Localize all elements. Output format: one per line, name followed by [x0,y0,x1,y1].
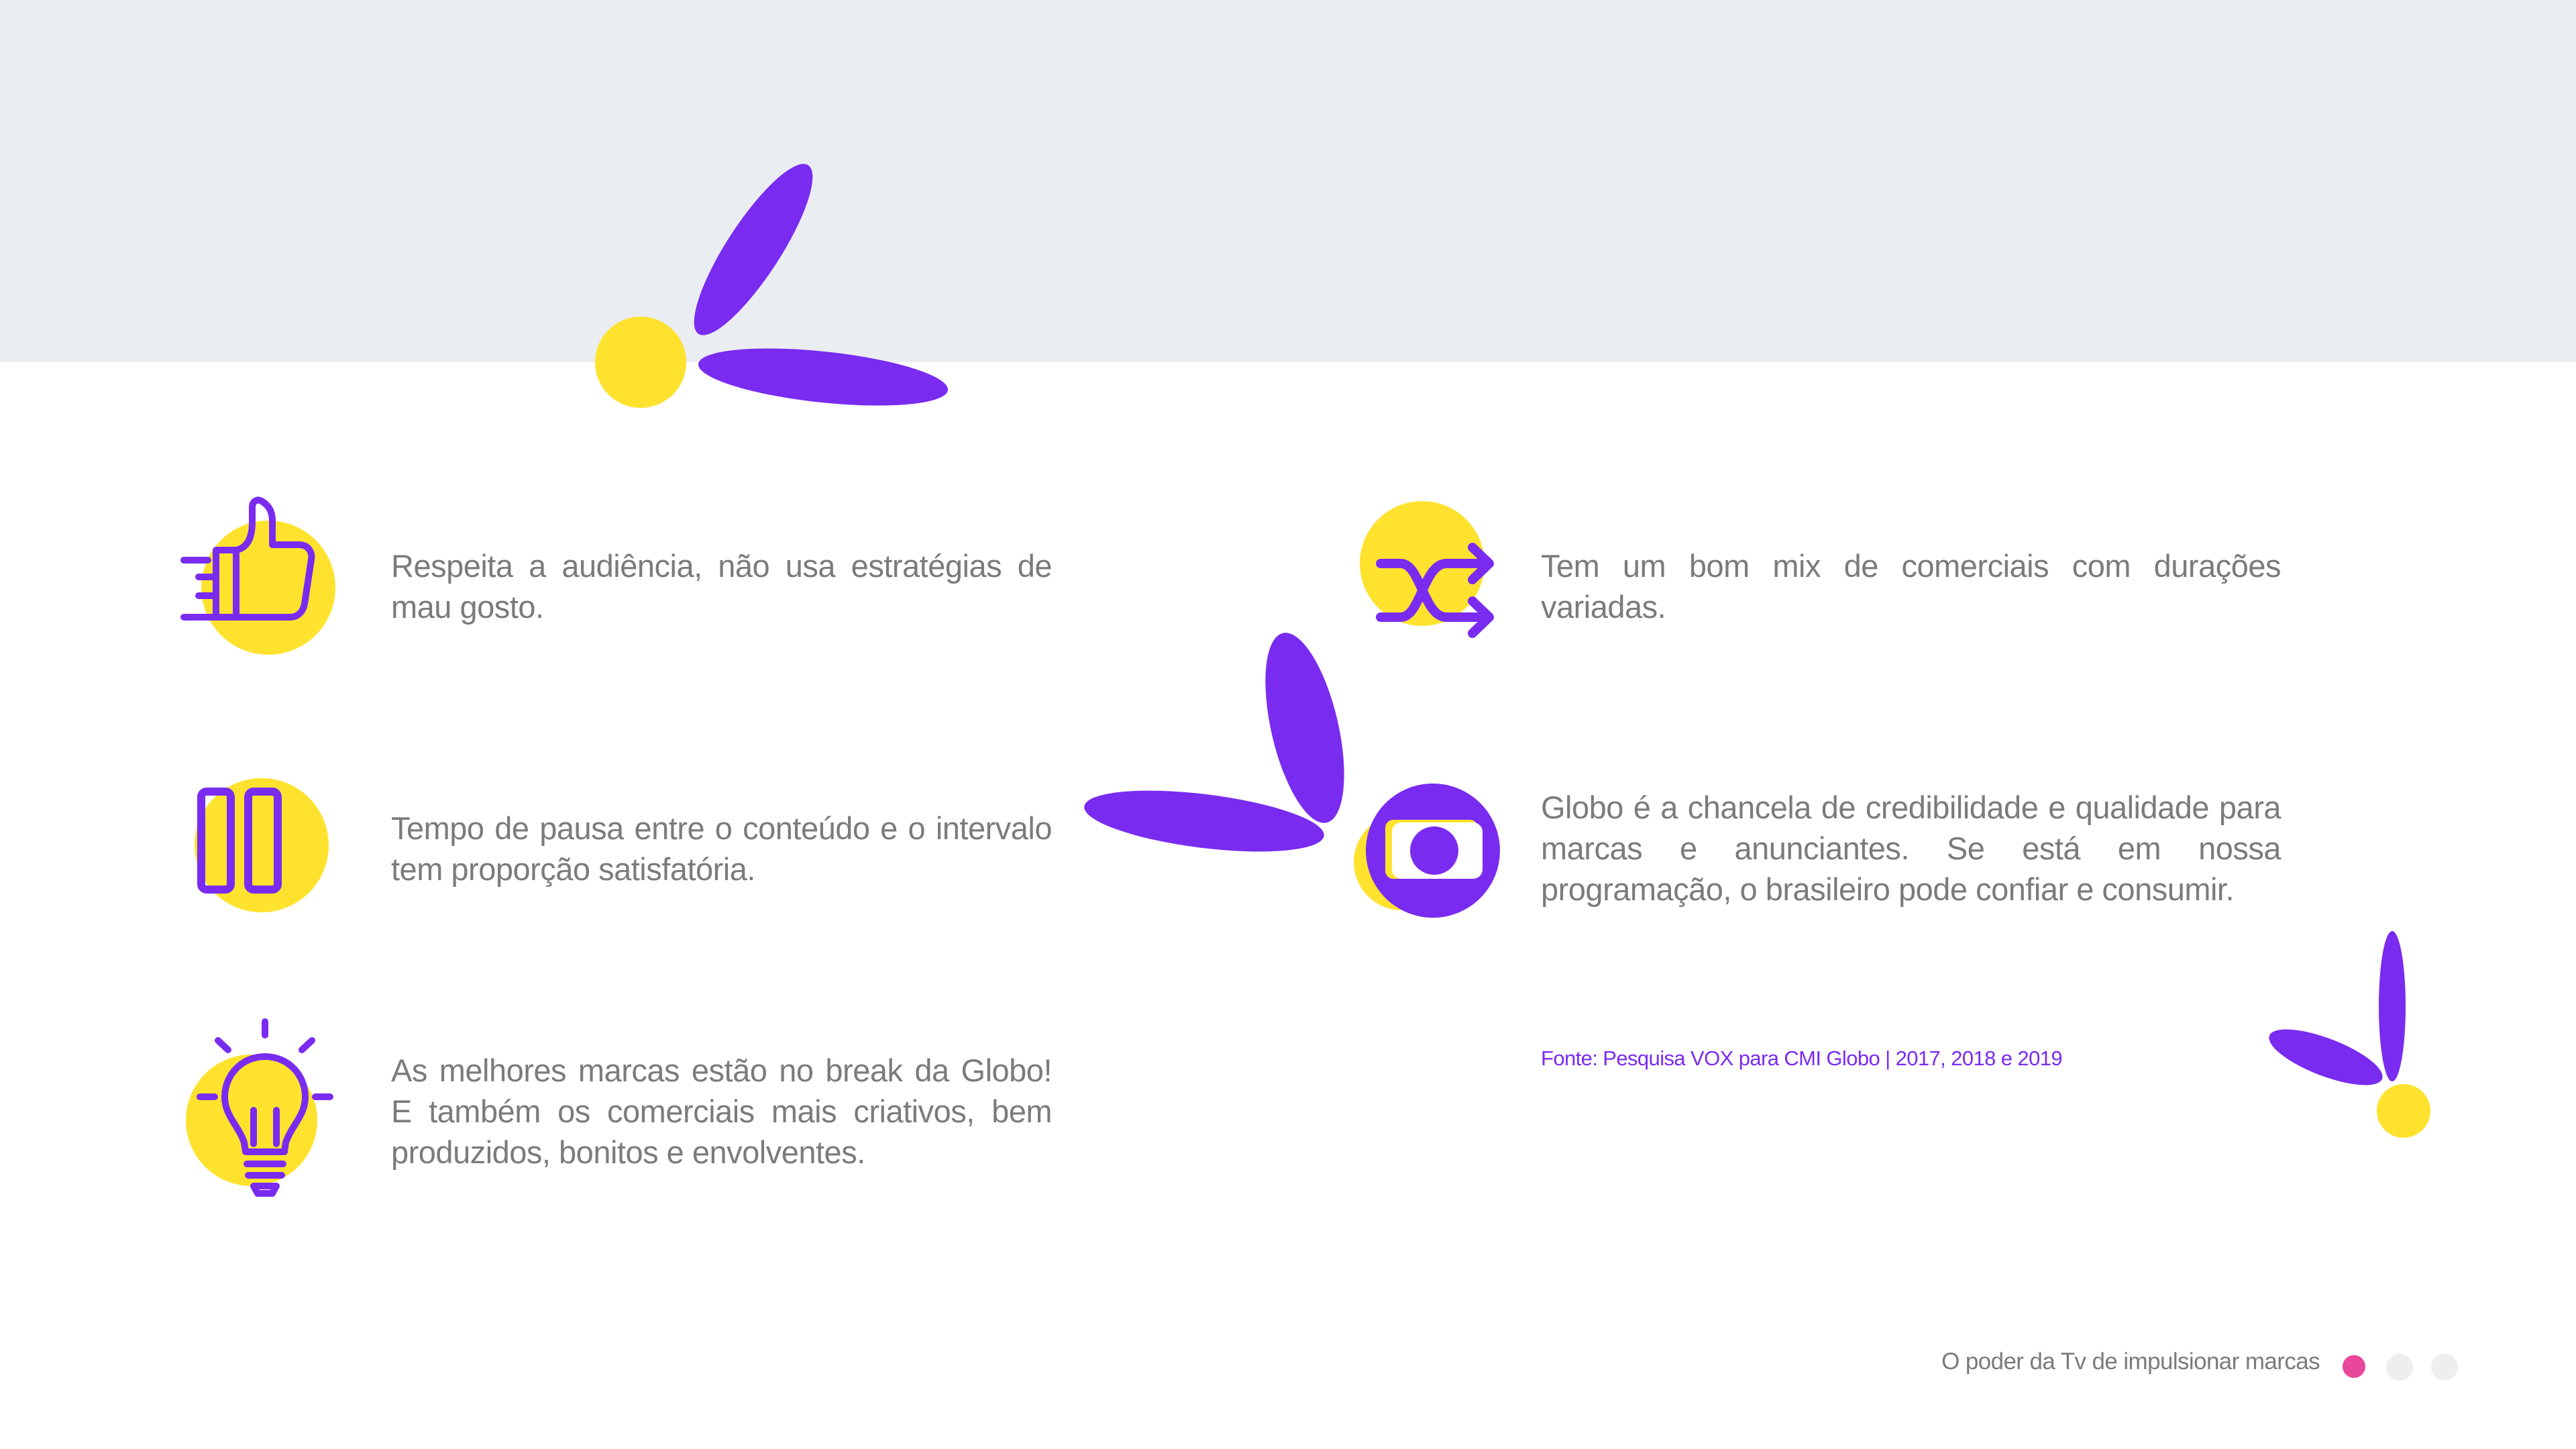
source-citation: Fonte: Pesquisa VOX para CMI Globo | 201… [1541,1046,2063,1070]
shuffle-icon [1348,483,1523,657]
pagination-dot-2[interactable] [2386,1354,2413,1381]
footer-title: O poder da Tv de impulsionar marcas [1941,1348,2320,1375]
deco-purple-petal-right-2 [2269,1029,2383,1085]
deco-yellow-circle-right [2377,1084,2430,1138]
feature-text-pause: Tempo de pausa entre o conteúdo e o inte… [391,810,1053,887]
lightbulb-icon [174,1018,349,1204]
header-band [0,0,2576,362]
globo-logo-icon [1348,784,1523,959]
pagination-dot-1[interactable] [2343,1355,2365,1378]
feature-text-credibility: Globo é a chancela de credibilidade e qu… [1541,790,2282,907]
pause-icon [174,758,349,932]
feature-text-audience: Respeita a audiência, não usa estratégia… [391,548,1053,625]
pagination-dot-3[interactable] [2431,1354,2458,1381]
thumbs-up-icon [174,483,349,657]
deco-purple-petal-mid-2 [1084,790,1324,852]
feature-text-mix: Tem um bom mix de comerciais com duraçõe… [1541,548,2282,625]
feature-text-brands: As melhores marcas estão no break da Glo… [391,1053,1053,1170]
deco-purple-petal-mid-1 [1265,633,1344,823]
deco-purple-petal-right-1 [2379,931,2406,1081]
